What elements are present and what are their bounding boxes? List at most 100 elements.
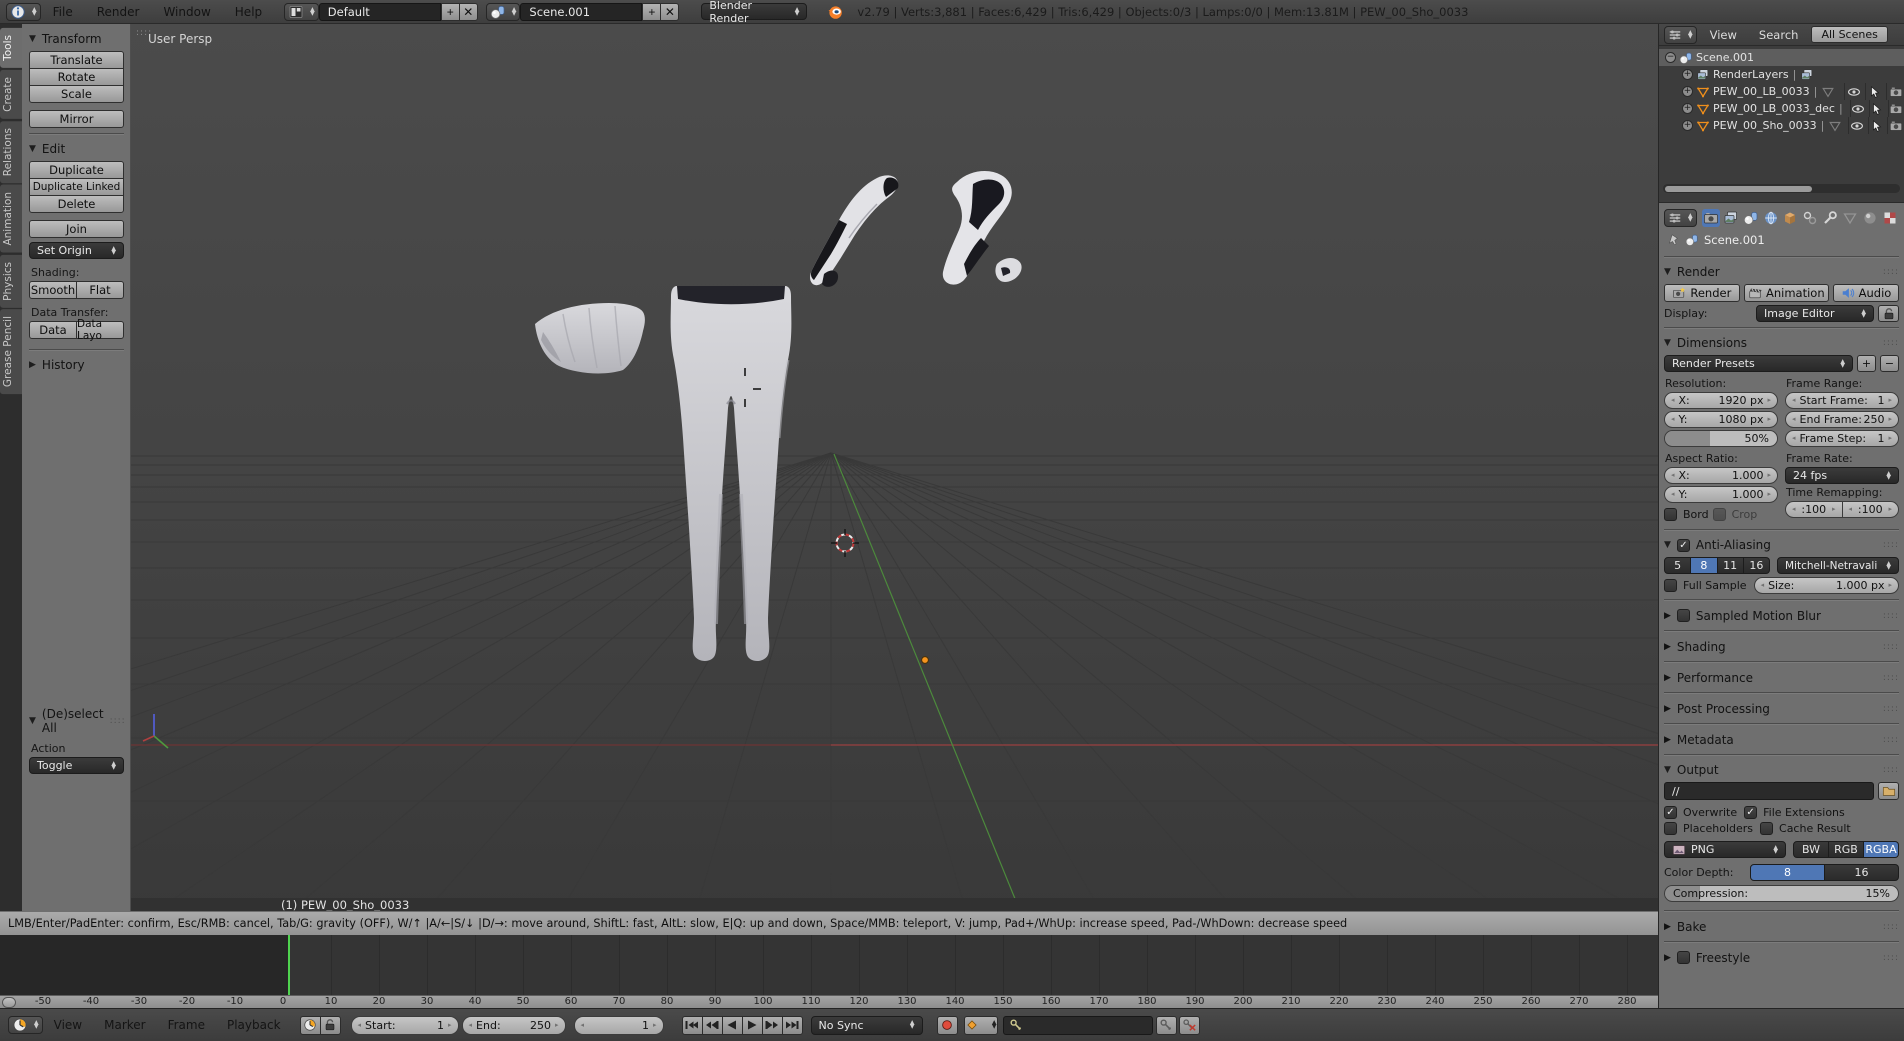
tool-tab-tools[interactable]: Tools	[0, 28, 22, 68]
color-mode-rgb[interactable]: RGB	[1829, 841, 1864, 858]
panel-grip-icon[interactable]: ::::	[1883, 953, 1899, 963]
play-button[interactable]	[742, 1016, 763, 1035]
end-frame-field[interactable]: ◂End Frame: 250▸	[1785, 411, 1899, 428]
panel-header-motion-blur[interactable]: ▶ Sampled Motion Blur ::::	[1664, 606, 1899, 625]
editor-type-button[interactable]: ▲▼	[6, 3, 41, 21]
tool-tab-relations[interactable]: Relations	[0, 121, 22, 183]
menu-help[interactable]: Help	[223, 5, 274, 19]
next-keyframe-button[interactable]	[762, 1016, 783, 1035]
frame-rate-select[interactable]: 24 fps ▲▼	[1785, 467, 1899, 484]
visibility-eye-icon[interactable]	[1847, 85, 1861, 99]
auto-keyframe-record-button[interactable]	[937, 1016, 958, 1035]
data-transfer-layout-button[interactable]: Data Layo	[77, 321, 124, 339]
tab-material[interactable]	[1860, 209, 1879, 227]
panel-header-shading[interactable]: ▶ Shading ::::	[1664, 637, 1899, 656]
add-scene-button[interactable]: +	[642, 3, 661, 21]
screen-layout-selector-button[interactable]: ▲▼	[284, 3, 319, 21]
aa-size-field[interactable]: ◂Size: 1.000 px▸	[1754, 577, 1899, 594]
visibility-eye-icon[interactable]	[1850, 119, 1864, 133]
timeline-menu-view[interactable]: View	[43, 1018, 93, 1032]
panel-header-freestyle[interactable]: ▶ Freestyle ::::	[1664, 948, 1899, 967]
antialiasing-checkbox[interactable]: ✓	[1677, 539, 1690, 552]
selectable-cursor-icon[interactable]	[1870, 119, 1884, 133]
menu-render[interactable]: Render	[85, 5, 152, 19]
keying-set-selector-button[interactable]: ▲▼	[964, 1016, 998, 1035]
shade-flat-button[interactable]: Flat	[77, 281, 124, 299]
panel-grip-icon[interactable]: ::::	[1883, 267, 1899, 277]
mirror-button[interactable]: Mirror	[29, 110, 124, 128]
renderable-camera-icon[interactable]	[1889, 119, 1903, 133]
rotate-button[interactable]: Rotate	[29, 68, 124, 86]
timeline-scrollbar-knob[interactable]	[2, 997, 16, 1008]
aspect-x-field[interactable]: ◂X: 1.000▸	[1664, 467, 1778, 484]
selectable-cursor-icon[interactable]	[1868, 85, 1882, 99]
outliner-row-renderlayers[interactable]: + RenderLayers |	[1659, 66, 1904, 83]
overwrite-checkbox[interactable]: ✓Overwrite	[1664, 806, 1737, 819]
editor-type-button[interactable]: ▲▼	[1664, 26, 1697, 44]
current-frame-field[interactable]: ◂1▸	[574, 1016, 664, 1035]
end-frame-field[interactable]: ◂End: 250▸	[462, 1016, 566, 1035]
compression-slider[interactable]: Compression: 15%	[1664, 885, 1899, 902]
panel-header-dimensions[interactable]: ▼ Dimensions ::::	[1664, 334, 1899, 352]
panel-grip-icon[interactable]: ::::	[1883, 673, 1899, 683]
set-origin-select[interactable]: Set Origin ▲▼	[29, 242, 124, 259]
tab-world[interactable]	[1761, 209, 1780, 227]
tool-tab-physics[interactable]: Physics	[0, 255, 22, 308]
tab-object[interactable]	[1781, 209, 1800, 227]
renderable-camera-icon[interactable]	[1889, 102, 1903, 116]
scene-name-field[interactable]: Scene.001	[520, 3, 642, 21]
color-depth-16[interactable]: 16	[1825, 864, 1899, 881]
cache-result-checkbox[interactable]: Cache Result	[1760, 822, 1851, 835]
active-keying-set-field[interactable]	[1003, 1016, 1153, 1035]
tool-tab-animation[interactable]: Animation	[0, 185, 22, 253]
frame-step-field[interactable]: ◂Frame Step: 1▸	[1785, 430, 1899, 447]
tab-constraints[interactable]	[1801, 209, 1820, 227]
visibility-eye-icon[interactable]	[1851, 102, 1865, 116]
placeholders-checkbox[interactable]: Placeholders	[1664, 822, 1753, 835]
color-depth-8[interactable]: 8	[1750, 864, 1825, 881]
data-transfer-data-button[interactable]: Data	[29, 321, 77, 339]
expand-icon[interactable]: +	[1682, 120, 1693, 131]
panel-grip-icon[interactable]: ::::	[1883, 765, 1899, 775]
panel-grip-icon[interactable]: ::::	[1883, 611, 1899, 621]
outliner-row-object[interactable]: + PEW_00_Sho_0033 |	[1659, 117, 1904, 134]
pin-icon[interactable]	[1666, 233, 1680, 247]
insert-keyframe-button[interactable]	[1156, 1016, 1177, 1035]
start-frame-field[interactable]: ◂Start: 1▸	[351, 1016, 459, 1035]
aa-samples-16[interactable]: 16	[1744, 557, 1770, 574]
resolution-scale-slider[interactable]: 50%	[1664, 430, 1778, 447]
editor-type-button[interactable]: ▲▼	[1664, 209, 1697, 227]
tab-object-data[interactable]	[1841, 209, 1860, 227]
panel-grip-icon[interactable]: ::::	[1883, 922, 1899, 932]
motion-blur-checkbox[interactable]	[1677, 609, 1690, 622]
tab-texture[interactable]	[1880, 209, 1899, 227]
render-audio-button[interactable]: Audio	[1833, 284, 1899, 302]
panel-header-performance[interactable]: ▶ Performance ::::	[1664, 668, 1899, 687]
duplicate-button[interactable]: Duplicate	[29, 161, 124, 179]
color-mode-segment[interactable]: BW RGB RGBA	[1793, 841, 1899, 858]
panel-header-metadata[interactable]: ▶ Metadata ::::	[1664, 730, 1899, 749]
translate-button[interactable]: Translate	[29, 51, 124, 69]
timeline-ruler[interactable]: -50-40-30-20-100102030405060708090100110…	[0, 995, 1658, 1008]
timeline-menu-playback[interactable]: Playback	[216, 1018, 292, 1032]
panel-grip-icon[interactable]: ::::	[1883, 735, 1899, 745]
outliner-display-mode-select[interactable]: All Scenes	[1811, 26, 1887, 43]
action-select[interactable]: Toggle ▲▼	[29, 757, 124, 774]
aa-samples-segment[interactable]: 5 8 11 16	[1664, 557, 1770, 574]
panel-header-history[interactable]: ▶ History	[29, 356, 124, 374]
resolution-x-field[interactable]: ◂X: 1920 px▸	[1664, 392, 1778, 409]
scene-selector-button[interactable]: ▲▼	[486, 3, 521, 21]
remove-layout-button[interactable]: ✕	[459, 3, 478, 21]
outliner-row-scene[interactable]: − Scene.001	[1659, 49, 1904, 66]
display-mode-select[interactable]: Image Editor ▲▼	[1756, 305, 1874, 322]
output-path-field[interactable]: //	[1664, 782, 1874, 800]
remove-scene-button[interactable]: ✕	[660, 3, 679, 21]
join-button[interactable]: Join	[29, 220, 124, 238]
jump-to-start-button[interactable]	[682, 1016, 703, 1035]
sync-mode-select[interactable]: No Sync ▲▼	[811, 1016, 923, 1035]
render-presets-select[interactable]: Render Presets ▲▼	[1664, 355, 1853, 372]
timeline-tracks[interactable]	[0, 935, 1658, 995]
panel-header-antialiasing[interactable]: ▼ ✓ Anti-Aliasing ::::	[1664, 536, 1899, 554]
file-extensions-checkbox[interactable]: ✓File Extensions	[1744, 806, 1845, 819]
aspect-y-field[interactable]: ◂Y: 1.000▸	[1664, 486, 1778, 503]
